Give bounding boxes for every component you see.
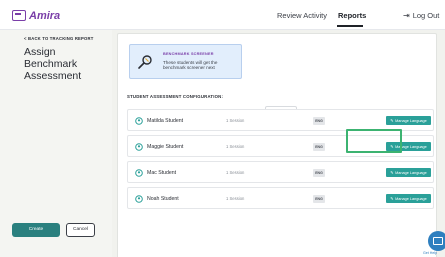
cancel-button[interactable]: Cancel: [66, 223, 95, 237]
student-avatar-icon: [135, 143, 143, 151]
manage-language-button[interactable]: ✎ Manage Language: [386, 168, 431, 177]
student-row: Noah Student 1 Session ENG ✎ Manage Lang…: [127, 187, 434, 209]
edit-icon: ✎: [390, 118, 394, 123]
student-row: Mac Student 1 Session ENG ✎ Manage Langu…: [127, 161, 434, 183]
logout-button[interactable]: ⇥ Log Out: [403, 11, 439, 20]
manage-language-button[interactable]: ✎ Manage Language: [386, 194, 431, 203]
config-section-label: STUDENT ASSESSMENT CONFIGURATION:: [127, 94, 224, 99]
logo-mark-icon: [12, 10, 26, 21]
logo-text: Amira: [29, 9, 61, 22]
student-avatar-icon: [135, 169, 143, 177]
logout-arrow-icon: ⇥: [403, 11, 410, 20]
student-avatar-icon: [135, 117, 143, 125]
top-nav-bar: Amira Review Activity Reports ⇥ Log Out: [0, 0, 445, 30]
student-name: Noah Student: [147, 195, 179, 202]
benchmark-screener-banner: BENCHMARK SCREENER These students will g…: [129, 44, 242, 79]
amira-logo[interactable]: Amira: [12, 9, 60, 22]
session-count: 1 Session: [226, 144, 245, 149]
manage-language-label: Manage Language: [395, 196, 427, 201]
session-count: 1 Session: [226, 118, 245, 123]
manage-language-label: Manage Language: [395, 118, 427, 123]
student-name: Maggie Student: [147, 143, 184, 150]
nav-review-activity[interactable]: Review Activity: [277, 11, 327, 20]
manage-language-label: Manage Language: [395, 170, 427, 175]
manage-language-button[interactable]: ✎ Manage Language: [386, 116, 431, 125]
session-count: 1 Session: [226, 196, 245, 201]
logout-label: Log Out: [412, 11, 440, 20]
language-badge: ENG: [313, 116, 325, 125]
edit-icon: ✎: [390, 170, 394, 175]
nav-reports[interactable]: Reports: [338, 11, 366, 20]
highlight-box: [346, 129, 402, 153]
active-tab-underline: [337, 25, 363, 27]
language-badge: ENG: [313, 142, 325, 151]
back-to-tracking-report-link[interactable]: < BACK TO TRACKING REPORT: [24, 36, 93, 41]
student-avatar-icon: [135, 195, 143, 203]
create-button[interactable]: Create: [12, 223, 60, 237]
language-badge: ENG: [313, 194, 325, 203]
page-title: Assign Benchmark Assessment: [24, 46, 82, 82]
student-row: Matilda Student 1 Session ENG ✎ Manage L…: [127, 109, 434, 131]
session-count: 1 Session: [226, 170, 245, 175]
student-name: Mac Student: [147, 169, 177, 176]
banner-heading: BENCHMARK SCREENER: [163, 52, 214, 56]
magnifier-icon: [138, 55, 152, 69]
banner-text: These students will get the benchmark sc…: [163, 60, 218, 71]
language-badge: ENG: [313, 168, 325, 177]
get-help-label[interactable]: Get Help: [423, 251, 437, 255]
help-chat-icon[interactable]: [428, 231, 445, 251]
edit-icon: ✎: [390, 196, 394, 201]
student-name: Matilda Student: [147, 117, 184, 124]
